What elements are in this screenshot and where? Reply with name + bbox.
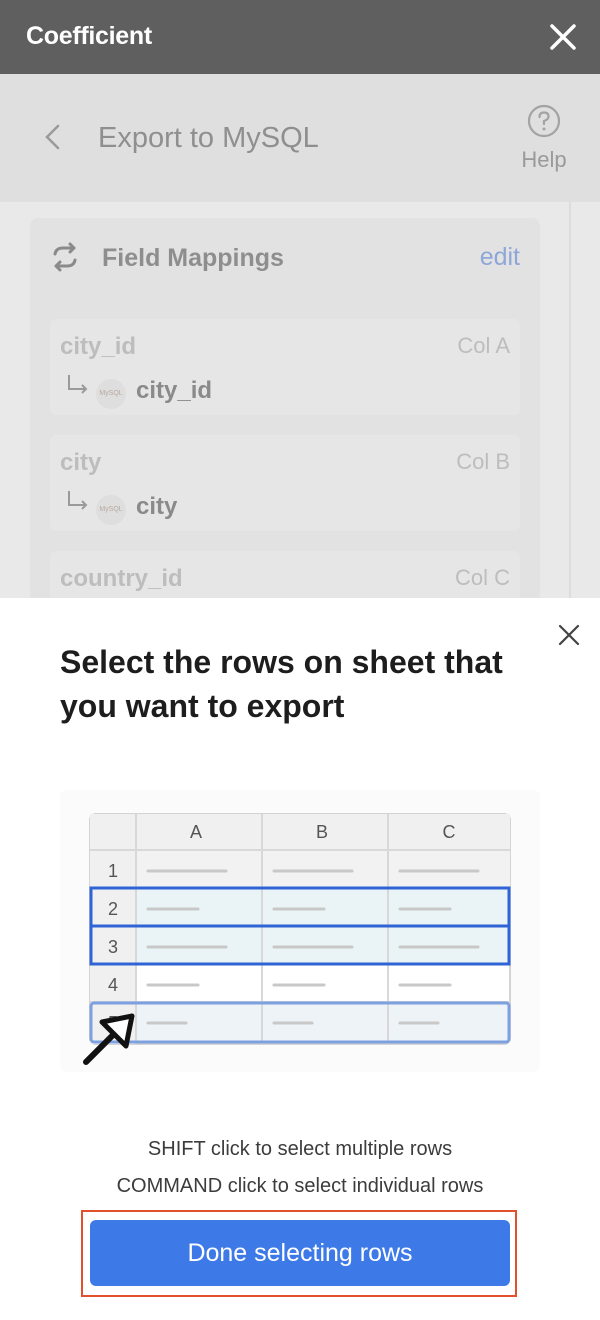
app-title: Coefficient [26,22,152,50]
close-icon[interactable] [556,622,582,648]
title-bar: Coefficient [0,0,600,74]
scrollbar[interactable] [569,202,571,598]
arrow-down-right-icon [68,375,88,394]
help-button[interactable]: Help [512,104,576,173]
help-icon [527,104,561,138]
mapping-item[interactable]: city Col B MySQL city [50,435,520,531]
mapping-item[interactable]: country_id Col C [50,551,520,598]
back-chevron-icon[interactable] [38,120,68,154]
select-rows-sheet: Select the rows on sheet that you want t… [0,598,600,1320]
field-mappings-title: Field Mappings [102,244,284,272]
help-label: Help [521,147,567,172]
row-number: 2 [108,899,118,919]
panel-header: Export to MySQL Help [0,74,600,202]
mapping-source: city [60,449,102,476]
sync-icon [53,242,77,272]
mapping-source: country_id [60,565,183,592]
mapping-source: city_id [60,333,137,360]
mysql-logo-icon: MySQL [96,379,126,409]
field-mappings-card: Field Mappings edit city_id Col A MySQL … [30,218,540,598]
arrow-down-right-icon [68,491,88,510]
column-header: A [190,822,202,842]
mapping-column: Col A [457,333,510,358]
page-title: Export to MySQL [98,122,319,154]
row-number: 1 [108,861,118,881]
hint-shift: SHIFT click to select multiple rows [147,1138,453,1160]
edit-link[interactable]: edit [480,243,520,272]
mapping-column: Col B [456,449,510,474]
mapping-item[interactable]: city_id Col A MySQL city_id [50,319,520,415]
column-header: C [443,822,456,842]
sheet-title: Select the rows on sheet that you want t… [60,644,503,724]
close-icon[interactable] [548,22,578,52]
done-selecting-rows-button[interactable]: Done selecting rows [90,1220,510,1286]
export-panel: Export to MySQL Help Field Mappings edit… [0,74,600,598]
column-header: B [316,822,328,842]
row-number: 3 [108,937,118,957]
mapping-target: city [136,493,178,520]
mysql-logo-icon: MySQL [96,495,126,525]
row-number: 4 [108,975,118,995]
mapping-column: Col C [454,565,510,590]
mapping-target: city_id [136,377,213,404]
spreadsheet-illustration: A B C 1 2 3 4 5 [60,790,540,1072]
hint-command: COMMAND click to select individual rows [116,1175,484,1197]
spreadsheet-graphic: A B C 1 2 3 4 5 [83,813,511,1065]
